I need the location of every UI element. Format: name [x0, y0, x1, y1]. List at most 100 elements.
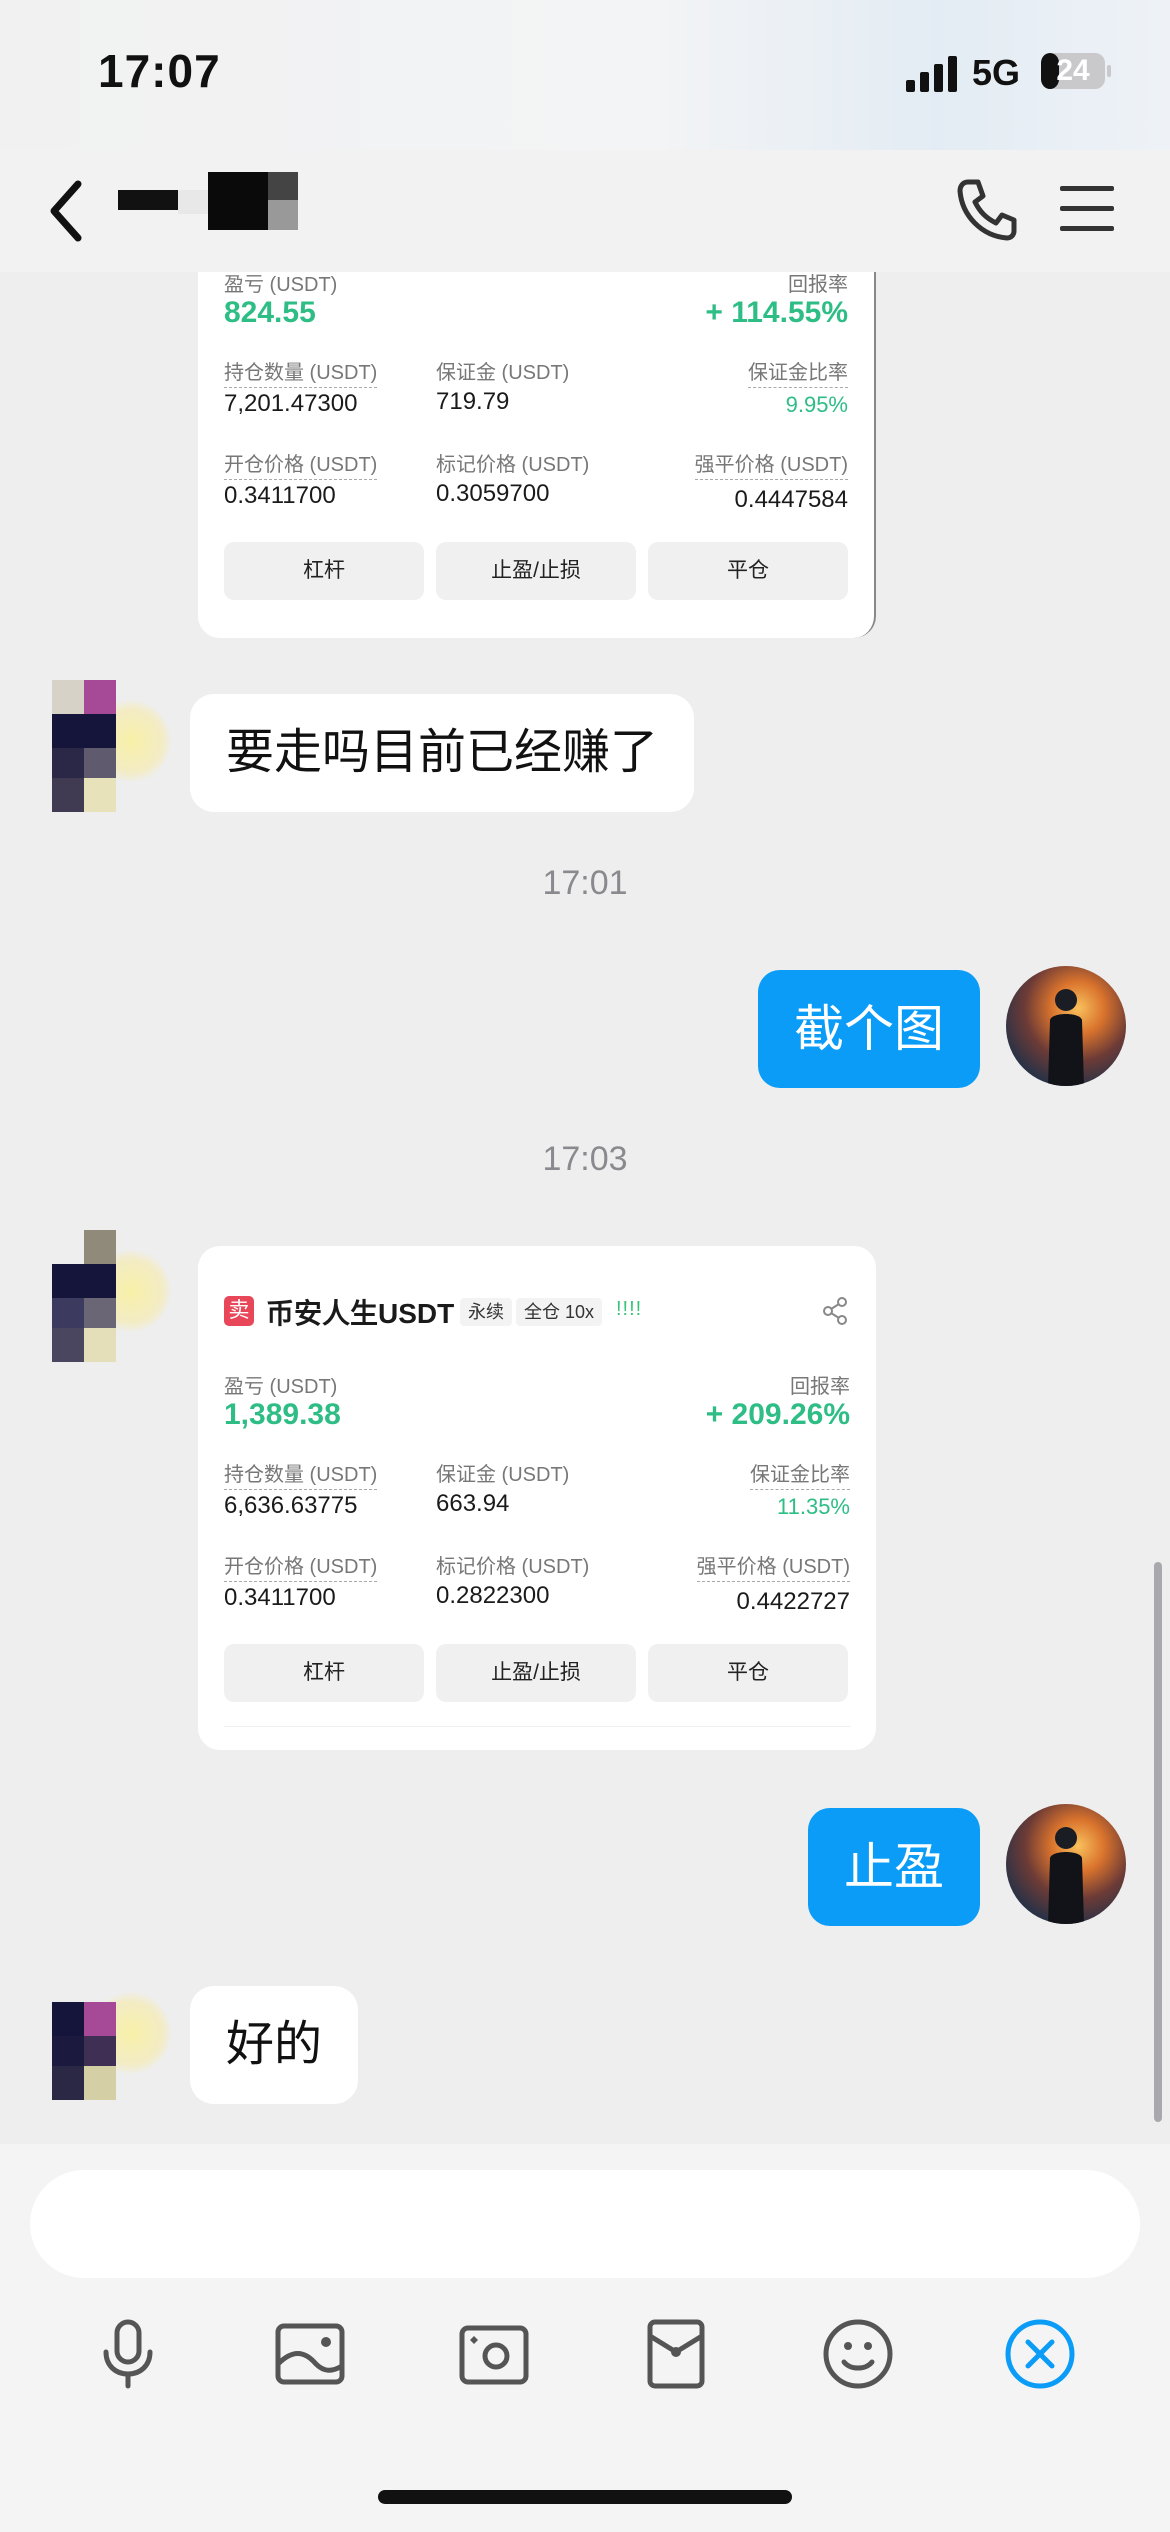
- entry-price-label: 开仓价格 (USDT): [224, 1550, 378, 1582]
- margin-ratio-value: 11.35%: [777, 1494, 850, 1519]
- contact-name[interactable]: [118, 172, 318, 242]
- pixel-mask: [268, 172, 298, 200]
- hamburger-menu-icon[interactable]: [1058, 180, 1116, 238]
- message-bubble-incoming[interactable]: 好的: [190, 1986, 359, 2104]
- share-icon: [823, 1297, 847, 1325]
- message-input[interactable]: [30, 2170, 1140, 2278]
- phone-icon[interactable]: [950, 174, 1022, 246]
- roe-value: + 114.55%: [705, 296, 848, 329]
- home-indicator[interactable]: [378, 2490, 792, 2504]
- message-bubble-incoming[interactable]: 要走吗目前已经赚了: [190, 694, 695, 812]
- roe-value: + 209.26%: [705, 1398, 850, 1431]
- pixel-mask: [84, 2066, 116, 2100]
- margin-ratio-label: 保证金比率: [750, 1458, 850, 1490]
- margin-ratio-label: 保证金比率: [748, 356, 848, 388]
- network-type: 5G: [972, 52, 1021, 93]
- battery-level: 24: [1056, 54, 1090, 87]
- position-card-image[interactable]: 盈亏 (USDT) 回报率 824.55 + 114.55% 持仓数量 (USD…: [198, 272, 876, 638]
- red-packet-icon[interactable]: [636, 2314, 716, 2394]
- chat-messages[interactable]: 盈亏 (USDT) 回报率 824.55 + 114.55% 持仓数量 (USD…: [0, 272, 1170, 2144]
- roe-label: 回报率: [788, 274, 848, 296]
- close-position-button: 平仓: [648, 1644, 848, 1702]
- contact-avatar[interactable]: [52, 680, 170, 812]
- liq-price-value: 0.4447584: [734, 486, 848, 513]
- entry-price-value: 0.3411700: [224, 1584, 336, 1611]
- close-position-button: 平仓: [648, 542, 848, 600]
- camera-icon[interactable]: [454, 2314, 534, 2394]
- roe-label: 回报率: [790, 1376, 850, 1398]
- image-icon[interactable]: [270, 2314, 350, 2394]
- pixel-mask: [84, 2036, 116, 2066]
- user-avatar[interactable]: [1006, 1804, 1126, 1924]
- pixel-mask: [52, 680, 84, 714]
- margin-label: 保证金 (USDT): [436, 362, 570, 384]
- tpsl-button: 止盈/止损: [436, 1644, 636, 1702]
- position-header: 卖 币安人生USDT 永续 全仓 10x !!!!: [224, 1290, 850, 1336]
- liq-price-label: 强平价格 (USDT): [694, 448, 848, 480]
- person-silhouette: [1048, 1827, 1084, 1924]
- pnl-label: 盈亏 (USDT): [224, 1376, 338, 1398]
- pixel-mask: [52, 1298, 84, 1328]
- mark-price-label: 标记价格 (USDT): [436, 454, 590, 476]
- pixel-mask: [52, 2036, 84, 2066]
- sell-badge: 卖: [224, 1296, 254, 1326]
- liq-price-label: 强平价格 (USDT): [696, 1550, 850, 1582]
- pixel-mask: [84, 748, 116, 778]
- margin-ratio-value: 9.95%: [785, 392, 848, 417]
- perpetual-tag: 永续: [460, 1298, 512, 1326]
- size-label: 持仓数量 (USDT): [224, 356, 378, 388]
- pixel-mask: [84, 1230, 116, 1264]
- margin-label: 保证金 (USDT): [436, 1464, 570, 1486]
- card-divider: [224, 1726, 850, 1727]
- microphone-icon[interactable]: [88, 2314, 168, 2394]
- pixel-mask: [52, 778, 84, 812]
- chat-header: [0, 150, 1170, 272]
- chevron-left-icon[interactable]: [42, 176, 92, 246]
- mark-price-value: 0.2822300: [436, 1582, 550, 1609]
- pixel-mask: [84, 1328, 116, 1362]
- mark-price-label: 标记价格 (USDT): [436, 1556, 590, 1578]
- pixel-mask: [84, 2002, 116, 2036]
- composer: [0, 2144, 1170, 2532]
- signal-icon: [906, 56, 957, 92]
- size-label: 持仓数量 (USDT): [224, 1458, 378, 1490]
- message-bubble-outgoing[interactable]: 截个图: [758, 970, 980, 1088]
- margin-value: 663.94: [436, 1490, 510, 1517]
- emoji-icon[interactable]: [818, 2314, 898, 2394]
- leverage-button: 杠杆: [224, 542, 424, 600]
- message-bubble-outgoing[interactable]: 止盈: [808, 1808, 980, 1926]
- pixel-mask: [52, 714, 116, 748]
- contact-avatar[interactable]: [52, 1230, 170, 1362]
- pixel-mask: [84, 1298, 116, 1328]
- person-silhouette: [1048, 989, 1084, 1086]
- close-icon[interactable]: [1000, 2314, 1080, 2394]
- margin-value: 719.79: [436, 388, 510, 415]
- pnl-label: 盈亏 (USDT): [224, 274, 338, 296]
- pixel-mask: [118, 190, 178, 210]
- pixel-mask: [52, 1328, 84, 1362]
- pnl-value: 824.55: [224, 296, 316, 329]
- contact-avatar[interactable]: [52, 1972, 170, 2104]
- size-value: 6,636.63775: [224, 1492, 358, 1519]
- position-symbol: 币安人生USDT: [266, 1298, 455, 1329]
- status-bar: 17:07 5G 24: [0, 0, 1170, 150]
- pixel-mask: [84, 680, 116, 714]
- entry-price-label: 开仓价格 (USDT): [224, 448, 378, 480]
- pixel-mask: [178, 190, 208, 214]
- message-timestamp: 17:03: [542, 1140, 628, 1178]
- pixel-mask: [84, 778, 116, 812]
- entry-price-value: 0.3411700: [224, 482, 336, 509]
- margin-mode-tag: 全仓 10x: [516, 1298, 603, 1326]
- pnl-value: 1,389.38: [224, 1398, 341, 1431]
- adl-indicator: !!!!: [616, 1298, 643, 1320]
- message-timestamp: 17:01: [542, 864, 628, 902]
- pixel-mask: [52, 2002, 84, 2036]
- position-card-image[interactable]: 卖 币安人生USDT 永续 全仓 10x !!!! 盈亏 (USDT) 回报率 …: [198, 1246, 876, 1750]
- user-avatar[interactable]: [1006, 966, 1126, 1086]
- pixel-mask: [208, 172, 268, 230]
- pixel-mask: [52, 2066, 84, 2100]
- scrollbar[interactable]: [1154, 1562, 1162, 2122]
- mark-price-value: 0.3059700: [436, 480, 550, 507]
- pixel-mask: [52, 1264, 116, 1298]
- pixel-mask: [268, 200, 298, 230]
